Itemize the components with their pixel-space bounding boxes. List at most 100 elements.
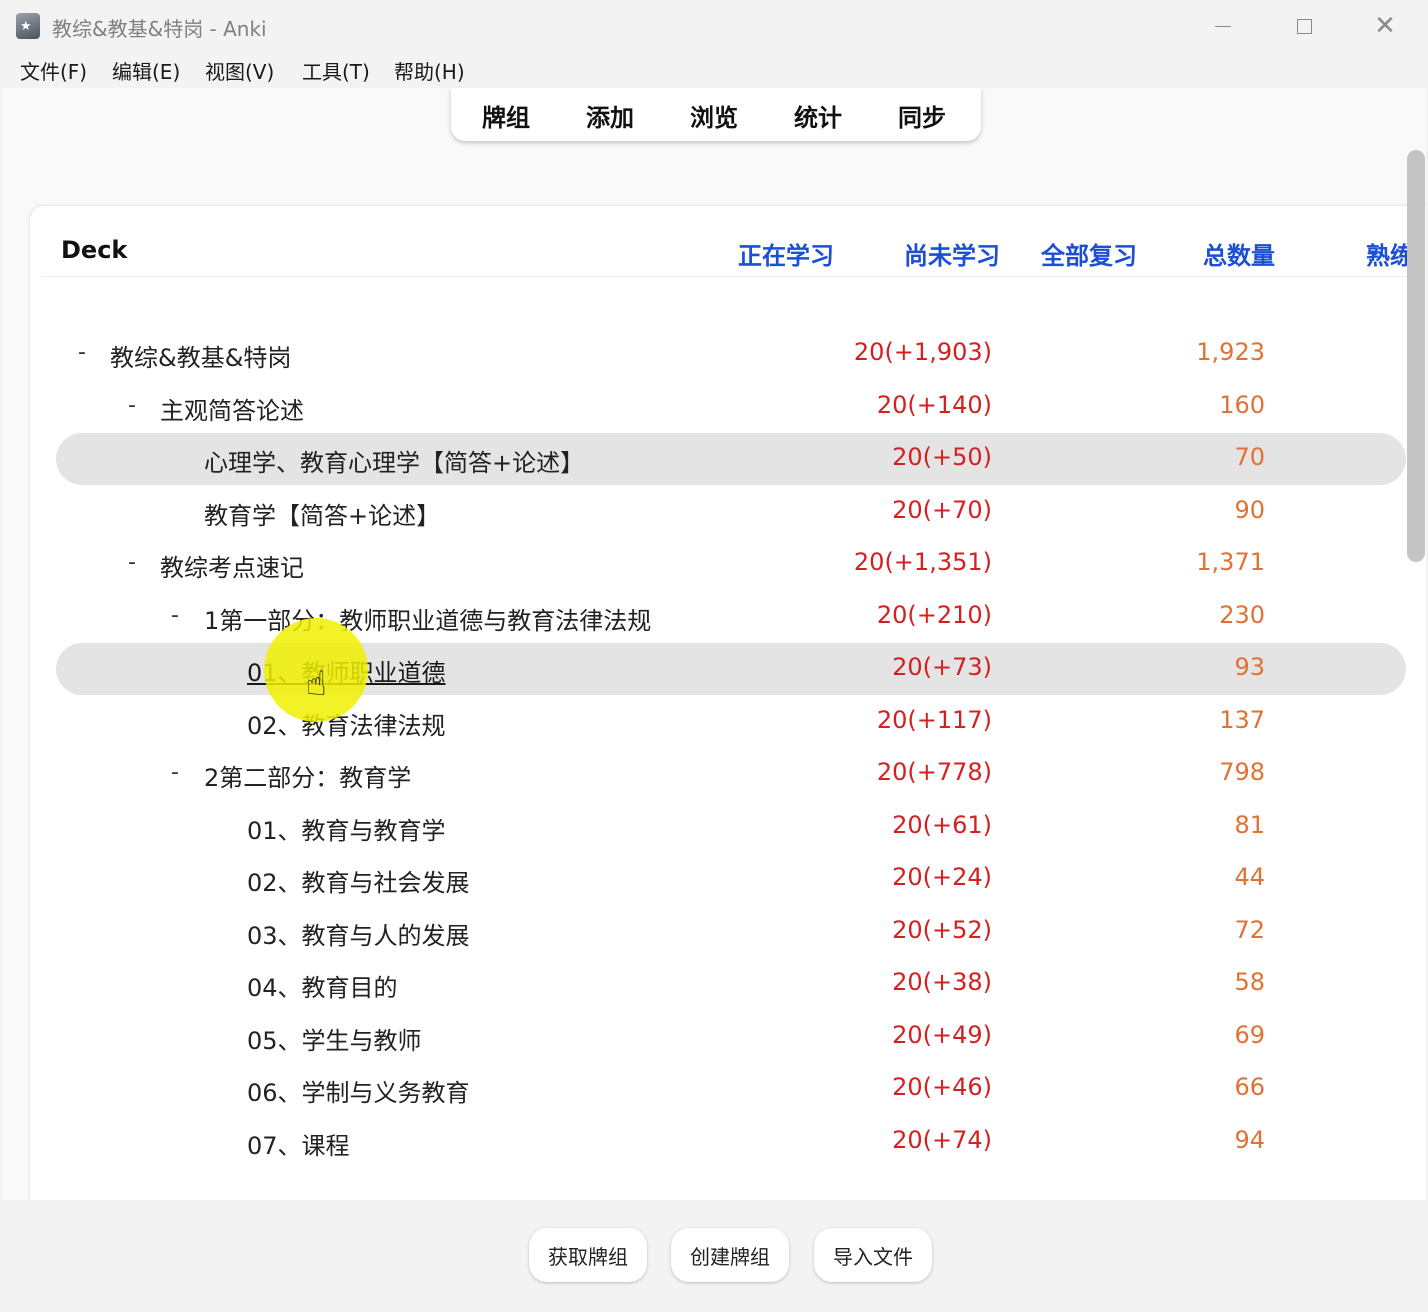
hand-cursor-icon: ☝ [306, 664, 327, 704]
header-learning[interactable]: 正在学习 [738, 236, 834, 271]
collapse-toggle[interactable]: - [171, 603, 179, 628]
deck-name[interactable]: 1第一部分：教师职业道德与教育法律法规 [204, 601, 651, 636]
maximize-button[interactable] [1275, 6, 1333, 46]
new-count: 20(+38) [892, 968, 992, 996]
close-icon: ✕ [1374, 11, 1396, 41]
toolbar-stats[interactable]: 统计 [794, 98, 842, 133]
vertical-scrollbar[interactable] [1407, 150, 1425, 562]
deck-row[interactable]: 01、教育与教育学 20(+61) 81 [2, 801, 1426, 851]
new-count: 20(+74) [892, 1126, 992, 1154]
total-count: 1,371 [1196, 548, 1265, 576]
deck-row[interactable]: 07、课程 20(+74) 94 [2, 1116, 1426, 1166]
deck-row[interactable]: 04、教育目的 20(+38) 58 [2, 958, 1426, 1008]
deck-name[interactable]: 01、教育与教育学 [247, 811, 446, 846]
total-count: 160 [1219, 391, 1265, 419]
deck-name[interactable]: 03、教育与人的发展 [247, 916, 470, 951]
collapse-toggle[interactable]: - [128, 550, 136, 575]
toolbar-browse[interactable]: 浏览 [690, 98, 738, 133]
deck-row[interactable]: - 教综考点速记 20(+1,351) 1,371 [2, 538, 1426, 588]
new-count: 20(+70) [892, 496, 992, 524]
deck-name[interactable]: 04、教育目的 [247, 968, 398, 1003]
header-review[interactable]: 全部复习 [1041, 236, 1137, 271]
new-count: 20(+1,903) [853, 338, 992, 366]
deck-row[interactable]: - 1第一部分：教师职业道德与教育法律法规 20(+210) 230 [2, 591, 1426, 641]
menu-edit[interactable]: 编辑(E) [112, 56, 180, 85]
deck-row[interactable]: - 2第二部分：教育学 20(+778) 798 [2, 748, 1426, 798]
total-count: 90 [1234, 496, 1265, 524]
deck-row[interactable]: 06、学制与义务教育 20(+46) 66 [2, 1063, 1426, 1113]
total-count: 81 [1234, 811, 1265, 839]
total-count: 94 [1234, 1126, 1265, 1154]
total-count: 93 [1234, 653, 1265, 681]
deck-row[interactable]: 03、教育与人的发展 20(+52) 72 [2, 906, 1426, 956]
deck-row[interactable]: 05、学生与教师 20(+49) 69 [2, 1011, 1426, 1061]
toolbar-add[interactable]: 添加 [586, 98, 634, 133]
bottom-bar: 获取牌组 创建牌组 导入文件 [0, 1204, 1428, 1312]
deck-name[interactable]: 主观简答论述 [160, 391, 304, 426]
deck-row[interactable]: 教育学【简答+论述】 20(+70) 90 [2, 486, 1426, 536]
deck-row[interactable]: - 主观简答论述 20(+140) 160 [2, 381, 1426, 431]
get-shared-button[interactable]: 获取牌组 [529, 1228, 647, 1282]
deck-row[interactable]: 02、教育法律法规 20(+117) 137 [2, 696, 1426, 746]
new-count: 20(+50) [892, 443, 992, 471]
deck-name[interactable]: 教综&教基&特岗 [110, 338, 291, 373]
menu-bar: 文件(F) 编辑(E) 视图(V) 工具(T) 帮助(H) [0, 52, 1428, 88]
deck-name[interactable]: 2第二部分：教育学 [204, 758, 411, 793]
toolbar-decks[interactable]: 牌组 [482, 98, 530, 133]
new-count: 20(+140) [876, 391, 992, 419]
top-toolbar: 牌组 添加 浏览 统计 同步 [451, 88, 981, 141]
new-count: 20(+1,351) [853, 548, 992, 576]
new-count: 20(+210) [876, 601, 992, 629]
close-button[interactable]: ✕ [1356, 6, 1414, 46]
new-count: 20(+24) [892, 863, 992, 891]
header-new[interactable]: 尚未学习 [904, 236, 1000, 271]
deck-name[interactable]: 教综考点速记 [160, 548, 304, 583]
total-count: 44 [1234, 863, 1265, 891]
collapse-toggle[interactable]: - [171, 760, 179, 785]
import-file-button[interactable]: 导入文件 [814, 1228, 932, 1282]
new-count: 20(+778) [876, 758, 992, 786]
total-count: 1,923 [1196, 338, 1265, 366]
toolbar-sync[interactable]: 同步 [898, 98, 946, 133]
menu-help[interactable]: 帮助(H) [394, 56, 465, 85]
header-deck: Deck [61, 236, 128, 264]
deck-name[interactable]: 心理学、教育心理学【简答+论述】 [204, 443, 584, 478]
header-total[interactable]: 总数量 [1203, 236, 1275, 271]
header-divider [42, 276, 1422, 277]
window-title: 教综&教基&特岗 - Anki [52, 17, 267, 41]
title-bar: ★ 教综&教基&特岗 - Anki ✕ [0, 0, 1428, 52]
collapse-toggle[interactable]: - [128, 393, 136, 418]
anki-app-icon: ★ [16, 13, 40, 39]
total-count: 137 [1219, 706, 1265, 734]
deck-row[interactable]: 02、教育与社会发展 20(+24) 44 [2, 853, 1426, 903]
deck-row-highlighted[interactable]: 01、教师职业道德 20(+73) 93 [2, 643, 1426, 695]
deck-name[interactable]: 教育学【简答+论述】 [204, 496, 440, 531]
new-count: 20(+61) [892, 811, 992, 839]
new-count: 20(+49) [892, 1021, 992, 1049]
minimize-button[interactable] [1194, 6, 1252, 46]
menu-tools[interactable]: 工具(T) [302, 56, 370, 85]
new-count: 20(+73) [892, 653, 992, 681]
menu-file[interactable]: 文件(F) [20, 56, 87, 85]
deck-name[interactable]: 07、课程 [247, 1126, 350, 1161]
deck-row[interactable]: - 教综&教基&特岗 20(+1,903) 1,923 [2, 328, 1426, 378]
deck-name[interactable]: 02、教育与社会发展 [247, 863, 470, 898]
total-count: 798 [1219, 758, 1265, 786]
total-count: 230 [1219, 601, 1265, 629]
main-area: 牌组 添加 浏览 统计 同步 Deck 正在学习 尚未学习 全部复习 总数量 熟… [2, 88, 1426, 1200]
deck-name[interactable]: 05、学生与教师 [247, 1021, 422, 1056]
total-count: 58 [1234, 968, 1265, 996]
total-count: 72 [1234, 916, 1265, 944]
new-count: 20(+52) [892, 916, 992, 944]
collapse-toggle[interactable]: - [78, 340, 86, 365]
maximize-icon [1296, 18, 1312, 34]
total-count: 69 [1234, 1021, 1265, 1049]
menu-view[interactable]: 视图(V) [205, 56, 274, 85]
deck-row-highlighted[interactable]: 心理学、教育心理学【简答+论述】 20(+50) 70 [2, 433, 1426, 485]
minimize-icon [1215, 25, 1231, 27]
new-count: 20(+46) [892, 1073, 992, 1101]
create-deck-button[interactable]: 创建牌组 [671, 1228, 789, 1282]
total-count: 66 [1234, 1073, 1265, 1101]
total-count: 70 [1234, 443, 1265, 471]
deck-name[interactable]: 06、学制与义务教育 [247, 1073, 470, 1108]
